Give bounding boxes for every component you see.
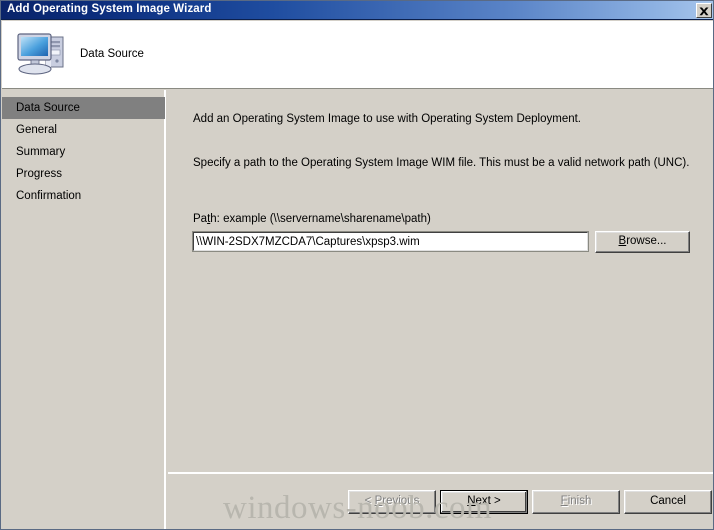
sidebar-item-label: Data Source	[16, 102, 80, 114]
instruction-text: Specify a path to the Operating System I…	[193, 157, 690, 169]
sidebar-item-label: Confirmation	[16, 190, 82, 202]
wizard-window: Add Operating System Image Wizard Data S…	[0, 0, 714, 530]
wizard-steps-sidebar: Data Source General Summary Progress Con…	[2, 90, 166, 529]
cancel-button[interactable]: Cancel	[624, 490, 712, 514]
next-label-wrap: Next >	[467, 496, 501, 508]
browse-label: rowse...	[626, 235, 667, 248]
sidebar-item-progress[interactable]: Progress	[2, 163, 166, 185]
step-list: Data Source General Summary Progress Con…	[2, 97, 166, 207]
finish-label-wrap: Finish	[561, 496, 592, 508]
sidebar-item-confirmation[interactable]: Confirmation	[2, 185, 166, 207]
path-label-prefix: Pa	[193, 213, 208, 225]
window-title: Add Operating System Image Wizard	[7, 3, 212, 15]
sidebar-item-label: General	[16, 124, 57, 136]
title-bar: Add Operating System Image Wizard	[1, 1, 713, 20]
close-icon[interactable]	[696, 3, 712, 18]
wizard-footer: < Previous Next > Finish Cancel	[168, 474, 713, 529]
sidebar-item-general[interactable]: General	[2, 119, 166, 141]
page-title: Data Source	[80, 48, 144, 60]
browse-button[interactable]: Browse...	[595, 231, 690, 253]
previous-label: revious	[382, 495, 420, 508]
sidebar-item-label: Progress	[16, 168, 63, 180]
content-pane: Add an Operating System Image to use wit…	[168, 90, 713, 529]
next-accel: N	[467, 495, 476, 508]
finish-accel: F	[560, 495, 568, 508]
next-label: ext >	[475, 495, 501, 508]
previous-prefix: <	[364, 495, 375, 508]
content-inner: Add an Operating System Image to use wit…	[168, 90, 713, 473]
browse-label-wrap: Browse...	[619, 236, 667, 248]
intro-text: Add an Operating System Image to use wit…	[193, 113, 581, 125]
sidebar-item-summary[interactable]: Summary	[2, 141, 166, 163]
path-label: Path: example (\\servername\sharename\pa…	[193, 213, 431, 225]
previous-button[interactable]: < Previous	[348, 490, 436, 514]
sidebar-item-label: Summary	[16, 146, 66, 158]
computer-icon	[13, 27, 71, 81]
sidebar-item-data-source[interactable]: Data Source	[2, 97, 165, 119]
path-input[interactable]	[192, 231, 589, 252]
cancel-label: Cancel	[650, 495, 686, 508]
previous-label-wrap: < Previous	[365, 496, 420, 508]
finish-button[interactable]: Finish	[532, 490, 620, 514]
finish-label: inish	[567, 495, 592, 508]
next-button[interactable]: Next >	[440, 490, 528, 514]
wizard-header: Data Source	[2, 21, 713, 89]
close-glyph	[699, 7, 709, 16]
wizard-body: Data Source General Summary Progress Con…	[2, 90, 713, 529]
path-label-suffix: h: example (\\servername\sharename\path)	[210, 213, 431, 225]
